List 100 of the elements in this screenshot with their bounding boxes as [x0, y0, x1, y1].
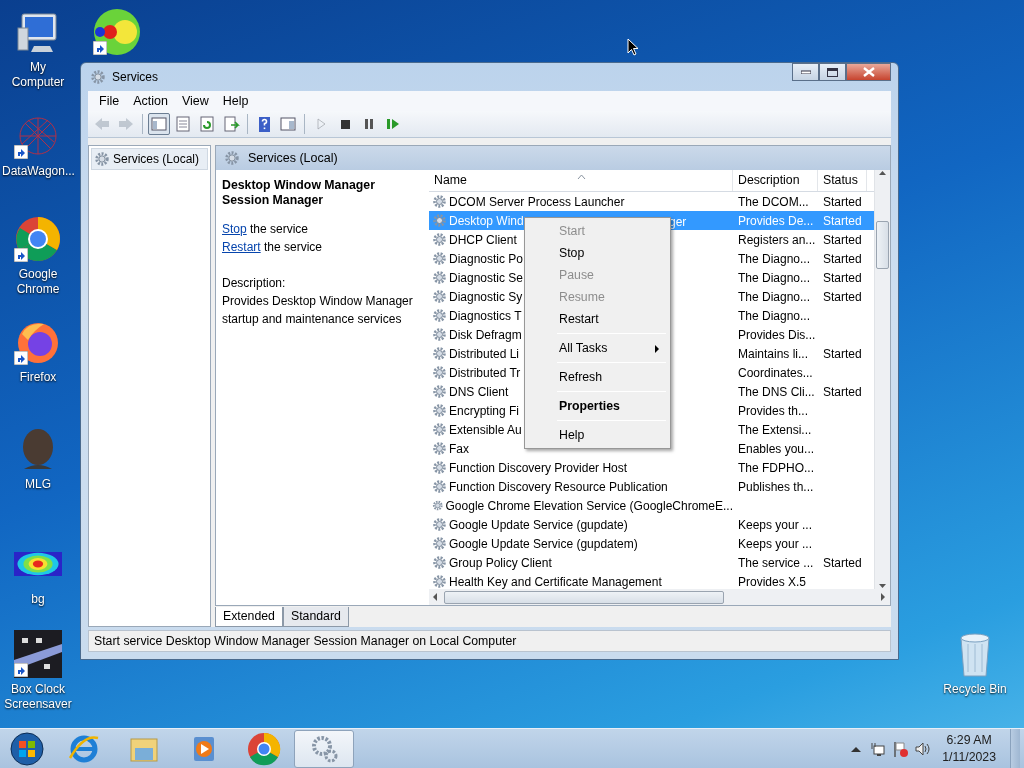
description-text: Provides Desktop Window Manager startup and maintenance services: [222, 293, 414, 328]
table-cell[interactable]: DCOM Server Process Launcher: [449, 192, 625, 211]
gear-icon: [432, 384, 447, 399]
clock-time[interactable]: 6:29 AM: [942, 731, 996, 749]
mouse-cursor-icon: [627, 37, 639, 56]
refresh-icon[interactable]: [198, 115, 216, 133]
gear-icon: [432, 365, 447, 380]
table-cell[interactable]: Distributed Tr: [449, 363, 521, 382]
tree-item[interactable]: Services (Local): [91, 148, 208, 170]
menu-item[interactable]: Restart: [527, 308, 668, 330]
service-link[interactable]: Restart: [222, 240, 261, 254]
gear-icon: [432, 574, 447, 589]
menu-item[interactable]: Help: [215, 91, 256, 111]
scroll-thumb[interactable]: [444, 590, 724, 604]
export-list-icon[interactable]: [222, 115, 240, 133]
column-header[interactable]: Status: [818, 170, 867, 191]
gear-icon: [432, 460, 447, 475]
menu-item[interactable]: File: [92, 91, 127, 111]
table-cell[interactable]: Google Update Service (gupdate): [449, 515, 628, 534]
screensaver-icon: [14, 630, 62, 678]
desktop-icon-label[interactable]: Box Clock Screensaver: [2, 682, 74, 712]
gear-icon: [432, 270, 447, 285]
table-cell[interactable]: Distributed Li: [449, 344, 520, 363]
gear-icon: [432, 422, 447, 437]
flag-icon[interactable]: [892, 741, 909, 758]
menu-item[interactable]: Properties: [527, 395, 668, 417]
gear-icon: [432, 346, 447, 361]
table-cell: The FDPHO...: [738, 460, 814, 475]
view-tab[interactable]: Standard: [282, 607, 349, 627]
column-header[interactable]: Name: [429, 170, 733, 191]
show-desktop-button[interactable]: [1010, 728, 1020, 768]
service-link[interactable]: Stop: [222, 222, 247, 236]
desktop-icon-label[interactable]: MLG: [25, 477, 51, 492]
network-icon[interactable]: [870, 741, 887, 758]
vertical-scrollbar[interactable]: [874, 170, 890, 589]
table-cell[interactable]: Disk Defragm: [449, 325, 522, 344]
close-icon: [862, 67, 875, 77]
menu-item[interactable]: All Tasks: [527, 337, 668, 359]
table-cell: Started: [823, 213, 862, 228]
gear-icon: [432, 308, 447, 323]
view-tab[interactable]: Extended: [215, 607, 283, 627]
gear-icon: [432, 517, 447, 532]
table-cell: Registers an...: [738, 232, 816, 247]
table-cell[interactable]: Extensible Au: [449, 420, 522, 439]
desktop-icon-label[interactable]: Firefox: [19, 370, 57, 385]
maximize-icon: [827, 67, 838, 77]
desktop-icon-label[interactable]: Google Chrome: [2, 267, 74, 297]
table-cell[interactable]: Google Update Service (gupdatem): [449, 534, 638, 553]
action-pane-icon[interactable]: [279, 115, 297, 133]
table-cell[interactable]: Function Discovery Resource Publication: [449, 477, 668, 496]
desktop-icon-label[interactable]: bg: [31, 592, 45, 607]
tree-pane-icon[interactable]: [150, 115, 168, 133]
minimize-icon: [800, 70, 811, 74]
table-cell[interactable]: Diagnostic Po: [449, 249, 524, 268]
menu-item[interactable]: Stop: [527, 242, 668, 264]
gear-icon: [432, 479, 447, 494]
table-cell: The Extensi...: [738, 422, 812, 437]
table-cell[interactable]: Function Discovery Provider Host: [449, 458, 628, 477]
table-cell: Provides De...: [738, 213, 814, 228]
table-cell: Started: [823, 384, 862, 399]
table-cell[interactable]: Fax: [449, 439, 469, 458]
desktop-icon-label[interactable]: My Computer: [2, 60, 74, 90]
table-cell[interactable]: Diagnostic Se: [449, 268, 524, 287]
table-cell: The DNS Cli...: [738, 384, 815, 399]
clock-date[interactable]: 1/11/2023: [942, 748, 996, 766]
table-cell[interactable]: Diagnostic Sy: [449, 287, 523, 306]
table-cell[interactable]: Google Chrome Elevation Service (GoogleChromeE...: [445, 496, 733, 515]
gear-icon: [432, 555, 447, 570]
maximize-button[interactable]: [819, 63, 846, 81]
menu-item[interactable]: Action: [126, 91, 175, 111]
gear-icon: [224, 150, 240, 166]
scroll-right-icon: [881, 593, 886, 601]
table-cell[interactable]: Health Key and Certificate Management: [449, 572, 662, 589]
table-cell: Provides X.5: [738, 574, 807, 589]
scroll-left-icon: [433, 593, 438, 601]
window-title: Services: [112, 69, 158, 86]
minimize-button[interactable]: [792, 63, 819, 81]
menu-item[interactable]: Help: [527, 424, 668, 446]
table-cell[interactable]: DNS Client: [449, 382, 509, 401]
chrome-icon: [247, 731, 281, 766]
table-cell[interactable]: Encrypting Fi: [449, 401, 520, 420]
horizontal-scrollbar[interactable]: [429, 589, 890, 605]
gears-taskbar-button[interactable]: [294, 729, 354, 768]
scroll-thumb[interactable]: [876, 220, 889, 269]
table-cell[interactable]: DHCP Client: [449, 230, 517, 249]
table-cell: The Diagno...: [738, 289, 811, 304]
desktop-icon-label[interactable]: DataWagon...: [2, 164, 74, 179]
gear-icon: [432, 536, 447, 551]
gear-icon: [90, 69, 106, 85]
close-button[interactable]: [846, 63, 891, 81]
action-sentence: Restart the service: [222, 239, 324, 256]
volume-icon[interactable]: [914, 741, 931, 758]
menu-item[interactable]: Refresh: [527, 366, 668, 388]
gear-icon: [432, 403, 447, 418]
properties-icon[interactable]: [174, 115, 192, 133]
gear-icon: [432, 251, 447, 266]
table-cell[interactable]: Group Policy Client: [449, 553, 552, 572]
column-header[interactable]: Description: [733, 170, 818, 191]
table-cell[interactable]: Diagnostics T: [449, 306, 522, 325]
menu-item[interactable]: View: [174, 91, 216, 111]
